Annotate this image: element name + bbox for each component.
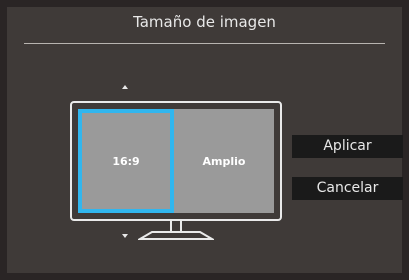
apply-button[interactable]: Aplicar: [292, 135, 403, 158]
option-wide-label: Amplio: [202, 154, 246, 168]
option-wide[interactable]: Amplio: [174, 109, 274, 213]
option-16-9-label: 16:9: [112, 154, 140, 168]
option-16-9[interactable]: 16:9: [78, 109, 174, 213]
monitor-preview: 16:9 Amplio: [70, 101, 282, 221]
scroll-up-arrow-icon[interactable]: [122, 85, 128, 89]
cancel-button[interactable]: Cancelar: [292, 177, 403, 200]
image-size-osd-panel: Tamaño de imagen 16:9 Amplio Aplicar Can…: [7, 7, 403, 273]
title-divider: [24, 43, 385, 44]
osd-title: Tamaño de imagen: [133, 13, 276, 31]
monitor-stand-neck: [170, 221, 182, 231]
scroll-down-arrow-icon[interactable]: [122, 234, 128, 238]
monitor-stand-base: [138, 231, 214, 240]
